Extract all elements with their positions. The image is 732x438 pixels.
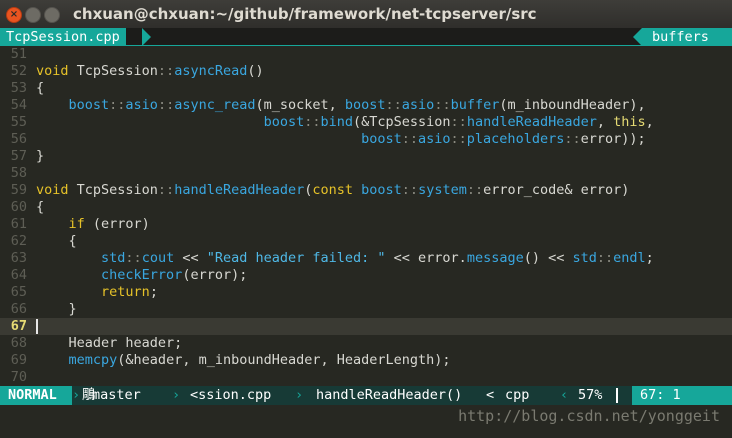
code-text: return;: [101, 284, 158, 300]
separator-icon: ›: [72, 387, 81, 403]
function-separator: <: [486, 387, 495, 403]
buffers-label: buffers: [642, 28, 732, 46]
code-line[interactable]: 55 boost::bind(&TcpSession::handleReadHe…: [0, 114, 732, 131]
code-text: std::cout << "Read header failed: " << e…: [101, 250, 654, 266]
line-number: 64: [10, 267, 27, 283]
code-line[interactable]: 51: [0, 46, 732, 63]
code-text: boost::asio::async_read(m_socket, boost:…: [68, 97, 646, 113]
status-filename: <ssion.cpp: [190, 387, 272, 403]
line-number: 66: [10, 301, 27, 317]
line-number: 69: [10, 352, 27, 368]
code-line[interactable]: 65 return;: [0, 284, 732, 301]
maximize-window-button[interactable]: [44, 7, 60, 23]
watermark: http://blog.csdn.net/yonggeit: [458, 407, 720, 425]
code-text: }: [36, 301, 77, 317]
minimize-window-button[interactable]: [25, 7, 41, 23]
code-line[interactable]: 62 {: [0, 233, 732, 250]
code-line[interactable]: 66 }: [0, 301, 732, 318]
line-column-icon: [616, 388, 618, 403]
code-text: {: [36, 233, 77, 249]
code-line[interactable]: 61 if (error): [0, 216, 732, 233]
code-line[interactable]: 56 boost::asio::placeholders::error));: [0, 131, 732, 148]
close-window-button[interactable]: ×: [6, 7, 22, 23]
code-line[interactable]: 58: [0, 165, 732, 182]
line-number: 61: [10, 216, 27, 232]
window-title: chxuan@chxuan:~/github/framework/net-tcp…: [73, 5, 537, 23]
code-text: checkError(error);: [101, 267, 248, 283]
line-number: 56: [10, 131, 27, 147]
current-function: handleReadHeader(): [316, 387, 463, 403]
line-number: 62: [10, 233, 27, 249]
buffers-arrow-icon: [633, 28, 642, 46]
vim-statusline: NORMAL › 鵰 master › <ssion.cpp › handleR…: [0, 386, 732, 405]
code-text: }: [36, 148, 45, 164]
line-number: 68: [10, 335, 27, 351]
vim-tabline: TcpSession.cpp buffers: [0, 28, 732, 46]
code-line[interactable]: 63 std::cout << "Read header failed: " <…: [0, 250, 732, 267]
separator-icon: ›: [295, 387, 304, 403]
text-cursor: [36, 319, 38, 334]
line-number: 52: [10, 63, 27, 79]
line-number: 54: [10, 97, 27, 113]
code-text: void TcpSession::handleReadHeader(const …: [36, 182, 630, 198]
cursor-position: 67: 1: [632, 386, 732, 405]
line-number: 67: [10, 318, 27, 334]
code-text: memcpy(&header, m_inboundHeader, HeaderL…: [68, 352, 451, 368]
git-branch: master: [92, 387, 141, 403]
tab-active-buffer[interactable]: TcpSession.cpp: [0, 28, 126, 46]
line-number: 70: [10, 369, 27, 385]
code-text: {: [36, 80, 45, 96]
code-text: boost::asio::placeholders::error));: [361, 131, 646, 147]
scroll-percent: 57%: [578, 387, 603, 403]
line-number: 63: [10, 250, 27, 266]
separator-icon: ›: [172, 387, 181, 403]
code-line[interactable]: 54 boost::asio::async_read(m_socket, boo…: [0, 97, 732, 114]
code-line[interactable]: 53 {: [0, 80, 732, 97]
filetype: cpp: [505, 387, 530, 403]
code-line[interactable]: 60 {: [0, 199, 732, 216]
tab-arrow-icon: [142, 28, 151, 46]
line-number: 55: [10, 114, 27, 130]
separator-icon: ‹: [560, 387, 569, 403]
code-text: {: [36, 199, 45, 215]
title-bar: × chxuan@chxuan:~/github/framework/net-t…: [0, 0, 732, 28]
code-line[interactable]: 59 void TcpSession::handleReadHeader(cons…: [0, 182, 732, 199]
line-number: 65: [10, 284, 27, 300]
line-number: 53: [10, 80, 27, 96]
code-text: void TcpSession::asyncRead(): [36, 63, 264, 79]
code-line[interactable]: 67: [0, 318, 732, 335]
code-editor[interactable]: 51 52 void TcpSession::asyncRead() 53{54 bo…: [0, 46, 732, 386]
code-text: if (error): [68, 216, 150, 232]
code-line[interactable]: 68 Header header;: [0, 335, 732, 352]
code-line[interactable]: 52 void TcpSession::asyncRead(): [0, 63, 732, 80]
code-line[interactable]: 69 memcpy(&header, m_inboundHeader, Head…: [0, 352, 732, 369]
line-number: 57: [10, 148, 27, 164]
command-line[interactable]: http://blog.csdn.net/yonggeit: [0, 405, 732, 438]
code-line[interactable]: 57}: [0, 148, 732, 165]
mode-indicator: NORMAL: [0, 386, 72, 405]
code-line[interactable]: 70: [0, 369, 732, 386]
close-icon: ×: [9, 9, 19, 20]
code-text: boost::bind(&TcpSession::handleReadHeade…: [263, 114, 654, 130]
line-number: 59: [10, 182, 27, 198]
code-line[interactable]: 64 checkError(error);: [0, 267, 732, 284]
line-number: 58: [10, 165, 27, 181]
terminal-window: × chxuan@chxuan:~/github/framework/net-t…: [0, 0, 732, 438]
line-number: 60: [10, 199, 27, 215]
line-number: 51: [10, 46, 27, 62]
code-text: Header header;: [36, 335, 183, 351]
